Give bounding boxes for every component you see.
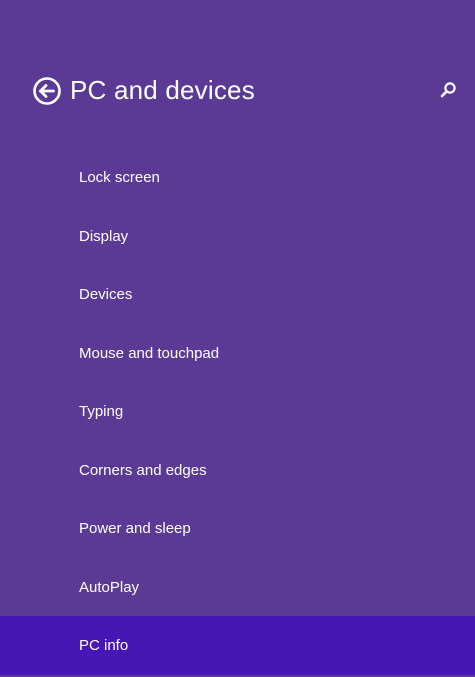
search-button[interactable]	[437, 79, 459, 101]
menu-item-label: Lock screen	[79, 169, 160, 186]
menu-item-lock-screen[interactable]: Lock screen	[0, 148, 475, 207]
menu-item-label: Mouse and touchpad	[79, 344, 220, 362]
menu-item-corners-and-edges[interactable]: Corners and edges	[0, 441, 475, 500]
menu-item-label: Power and sleep	[79, 520, 191, 537]
page-title: PC and devices	[70, 75, 255, 105]
search-icon	[440, 82, 456, 98]
settings-menu: Lock screen Display Devices Mouse and to…	[0, 148, 475, 675]
header: PC and devices	[0, 66, 475, 116]
menu-item-power-and-sleep[interactable]: Power and sleep	[0, 499, 475, 558]
menu-item-mouse-and-touchpad[interactable]: Mouse and touchpad	[0, 324, 475, 383]
menu-item-typing[interactable]: Typing	[0, 382, 475, 441]
menu-item-label: Typing	[79, 403, 124, 420]
menu-item-devices[interactable]: Devices	[0, 265, 475, 324]
back-arrow-circle-icon	[33, 77, 61, 105]
menu-item-label: Display	[79, 227, 129, 245]
settings-pane: PC and devices Lock screen Display Devic…	[0, 0, 475, 677]
menu-item-pc-info[interactable]: PC info	[0, 616, 475, 675]
menu-item-display[interactable]: Display	[0, 207, 475, 266]
menu-item-label: PC info	[79, 637, 129, 654]
menu-item-label: Devices	[79, 286, 133, 303]
back-button[interactable]	[32, 76, 62, 106]
menu-item-autoplay[interactable]: AutoPlay	[0, 558, 475, 617]
menu-item-label: Corners and edges	[79, 461, 207, 479]
menu-item-label: AutoPlay	[79, 578, 140, 596]
